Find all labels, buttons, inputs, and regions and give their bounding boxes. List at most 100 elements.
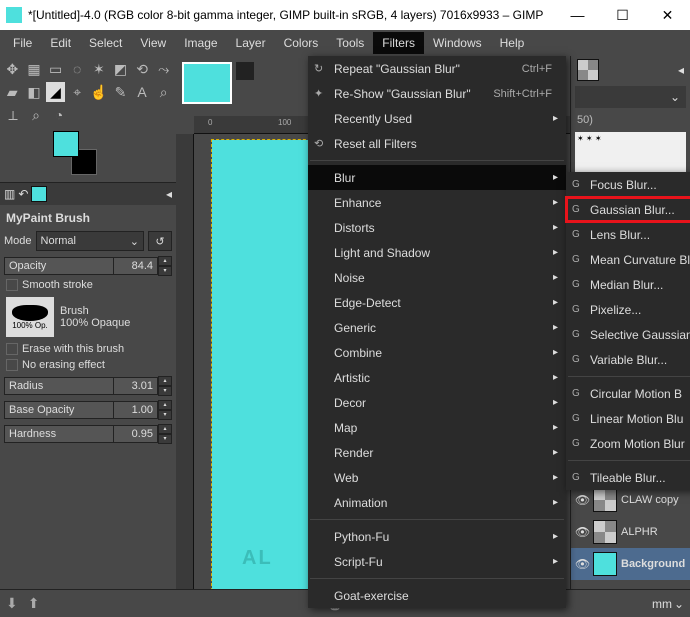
menu-decor[interactable]: Decor▸: [308, 390, 566, 415]
menu-map[interactable]: Map▸: [308, 415, 566, 440]
submenu-median-blur[interactable]: GMedian Blur...: [566, 272, 690, 297]
tool-crop[interactable]: ◩: [111, 59, 130, 79]
tool-fuzzy[interactable]: ✶: [90, 59, 109, 79]
menu-generic[interactable]: Generic▸: [308, 315, 566, 340]
download-icon[interactable]: ⬇: [6, 595, 18, 612]
menu-python-fu[interactable]: Python-Fu▸: [308, 524, 566, 549]
submenu-zoom-motion-blur[interactable]: GZoom Motion Blur: [566, 431, 690, 456]
fg-bg-colors[interactable]: [53, 131, 97, 175]
image-tab[interactable]: [182, 62, 232, 104]
tool-align[interactable]: ▦: [25, 59, 44, 79]
layer-row[interactable]: 👁 ALPHR: [571, 516, 690, 548]
menu-windows[interactable]: Windows: [424, 32, 491, 54]
tool-path[interactable]: ✎: [111, 82, 130, 102]
tool-picker[interactable]: ⌕: [154, 82, 173, 102]
menu-goat[interactable]: Goat-exercise: [308, 583, 566, 608]
menu-script-fu[interactable]: Script-Fu▸: [308, 549, 566, 574]
opts-tab-undo-icon[interactable]: ↶: [18, 187, 28, 201]
menu-animation[interactable]: Animation▸: [308, 490, 566, 515]
smooth-stroke-checkbox[interactable]: [6, 279, 18, 291]
tool-text[interactable]: A: [133, 82, 152, 102]
base-opacity-spinner[interactable]: ▴▾: [158, 400, 172, 420]
tool-smudge[interactable]: ☝: [90, 82, 109, 102]
brush-thumb[interactable]: 100% Op.: [6, 297, 54, 337]
menu-select[interactable]: Select: [80, 32, 131, 54]
submenu-pixelize[interactable]: GPixelize...: [566, 297, 690, 322]
menu-distorts[interactable]: Distorts▸: [308, 215, 566, 240]
menu-reset[interactable]: ⟲Reset all Filters: [308, 131, 566, 156]
opts-menu-icon[interactable]: ◂: [166, 187, 172, 201]
menu-tools[interactable]: Tools: [327, 32, 373, 54]
tab-close-icon[interactable]: [236, 62, 254, 80]
tool-free-select[interactable]: ◌: [68, 59, 87, 79]
maximize-button[interactable]: ☐: [600, 0, 645, 30]
menu-edit[interactable]: Edit: [41, 32, 80, 54]
menu-noise[interactable]: Noise▸: [308, 265, 566, 290]
visibility-icon[interactable]: 👁: [575, 525, 589, 539]
tool-transform[interactable]: ⟲: [133, 59, 152, 79]
tool-more[interactable]: ◔: [49, 105, 69, 125]
submenu-linear-motion-blur[interactable]: GLinear Motion Blu: [566, 406, 690, 431]
radius-value[interactable]: 3.01: [114, 377, 158, 395]
panel-menu-icon[interactable]: ◂: [678, 63, 684, 77]
submenu-lens-blur[interactable]: GLens Blur...: [566, 222, 690, 247]
base-opacity-value[interactable]: 1.00: [114, 401, 158, 419]
visibility-icon[interactable]: 👁: [575, 493, 589, 507]
menu-help[interactable]: Help: [491, 32, 534, 54]
menu-reshow[interactable]: ✦Re-Show "Gaussian Blur"Shift+Ctrl+F: [308, 81, 566, 106]
erase-checkbox[interactable]: [6, 343, 18, 355]
layer-row[interactable]: 👁 Background: [571, 548, 690, 580]
menu-colors[interactable]: Colors: [275, 32, 328, 54]
menu-light-shadow[interactable]: Light and Shadow▸: [308, 240, 566, 265]
fg-color-swatch[interactable]: [53, 131, 79, 157]
tool-bucket[interactable]: ▰: [3, 82, 22, 102]
submenu-gaussian-blur[interactable]: GGaussian Blur...: [566, 197, 690, 222]
tool-gradient[interactable]: ◧: [25, 82, 44, 102]
hardness-spinner[interactable]: ▴▾: [158, 424, 172, 444]
mode-arrows[interactable]: ↺: [148, 231, 172, 251]
submenu-tileable-blur[interactable]: GTileable Blur...: [566, 465, 690, 490]
menu-web[interactable]: Web▸: [308, 465, 566, 490]
menu-layer[interactable]: Layer: [227, 32, 275, 54]
menu-filters[interactable]: Filters: [373, 32, 424, 54]
menu-combine[interactable]: Combine▸: [308, 340, 566, 365]
tool-zoom[interactable]: ⌕: [26, 105, 46, 125]
opacity-value[interactable]: 84.4: [114, 257, 158, 275]
menu-render[interactable]: Render▸: [308, 440, 566, 465]
opts-tab-icon[interactable]: ▥: [4, 187, 15, 201]
menu-view[interactable]: View: [131, 32, 175, 54]
canvas-image[interactable]: AL: [212, 140, 310, 589]
tool-warp[interactable]: ⤳: [154, 59, 173, 79]
unit-dropdown-icon[interactable]: ⌄: [674, 597, 684, 611]
tool-clone[interactable]: ⌖: [68, 82, 87, 102]
submenu-circular-motion-blur[interactable]: GCircular Motion B: [566, 381, 690, 406]
menu-edge-detect[interactable]: Edge-Detect▸: [308, 290, 566, 315]
panel-tab-icon[interactable]: [577, 59, 599, 81]
submenu-focus-blur[interactable]: GFocus Blur...: [566, 172, 690, 197]
minimize-button[interactable]: —: [555, 0, 600, 30]
tool-measure[interactable]: ⟂: [3, 105, 23, 125]
close-button[interactable]: ✕: [645, 0, 690, 30]
visibility-icon[interactable]: 👁: [575, 557, 589, 571]
submenu-mean-curvature-blur[interactable]: GMean Curvature Bl: [566, 247, 690, 272]
menu-file[interactable]: File: [4, 32, 41, 54]
opts-tab-color-icon[interactable]: [31, 186, 47, 202]
submenu-selective-gaussian[interactable]: GSelective Gaussian: [566, 322, 690, 347]
panel-combo[interactable]: ⌄: [575, 86, 686, 108]
tool-move[interactable]: ✥: [3, 59, 22, 79]
menu-artistic[interactable]: Artistic▸: [308, 365, 566, 390]
menu-blur[interactable]: Blur▸: [308, 165, 566, 190]
menu-repeat[interactable]: ↻Repeat "Gaussian Blur"Ctrl+F: [308, 56, 566, 81]
menu-image[interactable]: Image: [175, 32, 226, 54]
mode-combo[interactable]: Normal⌄: [36, 231, 144, 251]
hardness-value[interactable]: 0.95: [114, 425, 158, 443]
menu-enhance[interactable]: Enhance▸: [308, 190, 566, 215]
submenu-variable-blur[interactable]: GVariable Blur...: [566, 347, 690, 372]
no-erasing-checkbox[interactable]: [6, 359, 18, 371]
upload-icon[interactable]: ⬆: [28, 595, 40, 612]
tool-rect-select[interactable]: ▭: [46, 59, 65, 79]
tool-mypaint[interactable]: ◢: [46, 82, 65, 102]
opacity-spinner[interactable]: ▴▾: [158, 256, 172, 276]
radius-spinner[interactable]: ▴▾: [158, 376, 172, 396]
menu-recent[interactable]: Recently Used▸: [308, 106, 566, 131]
